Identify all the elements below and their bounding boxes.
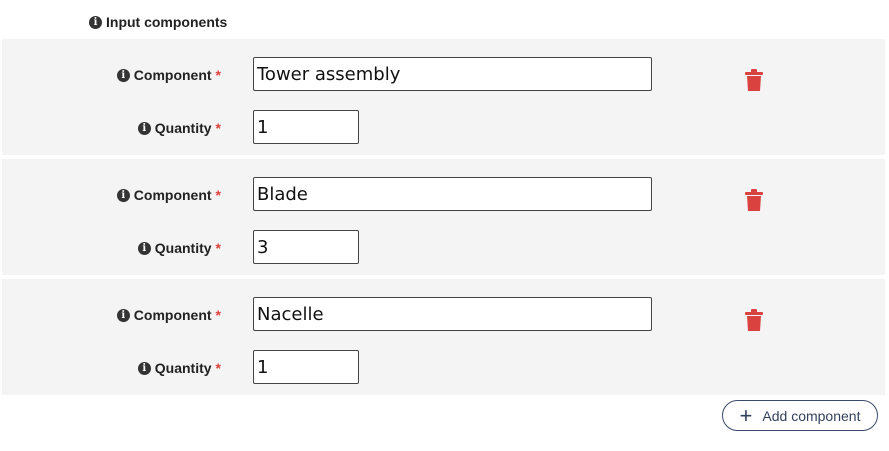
delete-row-button[interactable] [745,189,763,211]
required-marker: * [215,67,221,83]
info-icon[interactable]: i [137,121,151,135]
component-label: i Component * [116,187,221,203]
info-icon[interactable]: i [137,361,151,375]
component-row: i Component * i Quantity * [2,279,885,395]
required-marker: * [215,240,221,256]
quantity-field[interactable] [253,110,359,144]
info-icon[interactable]: i [137,241,151,255]
info-icon[interactable]: i [116,308,130,322]
component-label: i Component * [116,307,221,323]
quantity-field[interactable] [253,350,359,384]
component-label-text: Component [133,307,212,323]
component-row: i Component * i Quantity * [2,159,885,275]
info-icon: i [89,15,102,29]
info-icon[interactable]: i [116,68,130,82]
quantity-label-text: Quantity [154,240,212,256]
delete-row-button[interactable] [745,69,763,91]
component-field[interactable] [253,177,652,211]
quantity-label-text: Quantity [154,120,212,136]
quantity-label: i Quantity * [137,240,221,256]
info-icon[interactable]: i [116,188,130,202]
component-field[interactable] [253,57,652,91]
required-marker: * [215,307,221,323]
quantity-label: i Quantity * [137,120,221,136]
section-title-text: Input components [106,14,228,30]
component-field[interactable] [253,297,652,331]
section-title: i Input components [89,14,227,30]
required-marker: * [215,187,221,203]
required-marker: * [215,120,221,136]
delete-row-button[interactable] [745,309,763,331]
component-label-text: Component [133,187,212,203]
quantity-label-text: Quantity [154,360,212,376]
component-row: i Component * i Quantity * [2,39,885,155]
quantity-field[interactable] [253,230,359,264]
plus-icon: + [739,402,753,428]
input-components-form: i Input components i Component * i Quant… [0,0,889,451]
component-label-text: Component [133,67,212,83]
required-marker: * [215,360,221,376]
quantity-label: i Quantity * [137,360,221,376]
component-label: i Component * [116,67,221,83]
add-component-button[interactable]: + Add component [722,400,878,431]
add-component-label: Add component [762,407,861,424]
